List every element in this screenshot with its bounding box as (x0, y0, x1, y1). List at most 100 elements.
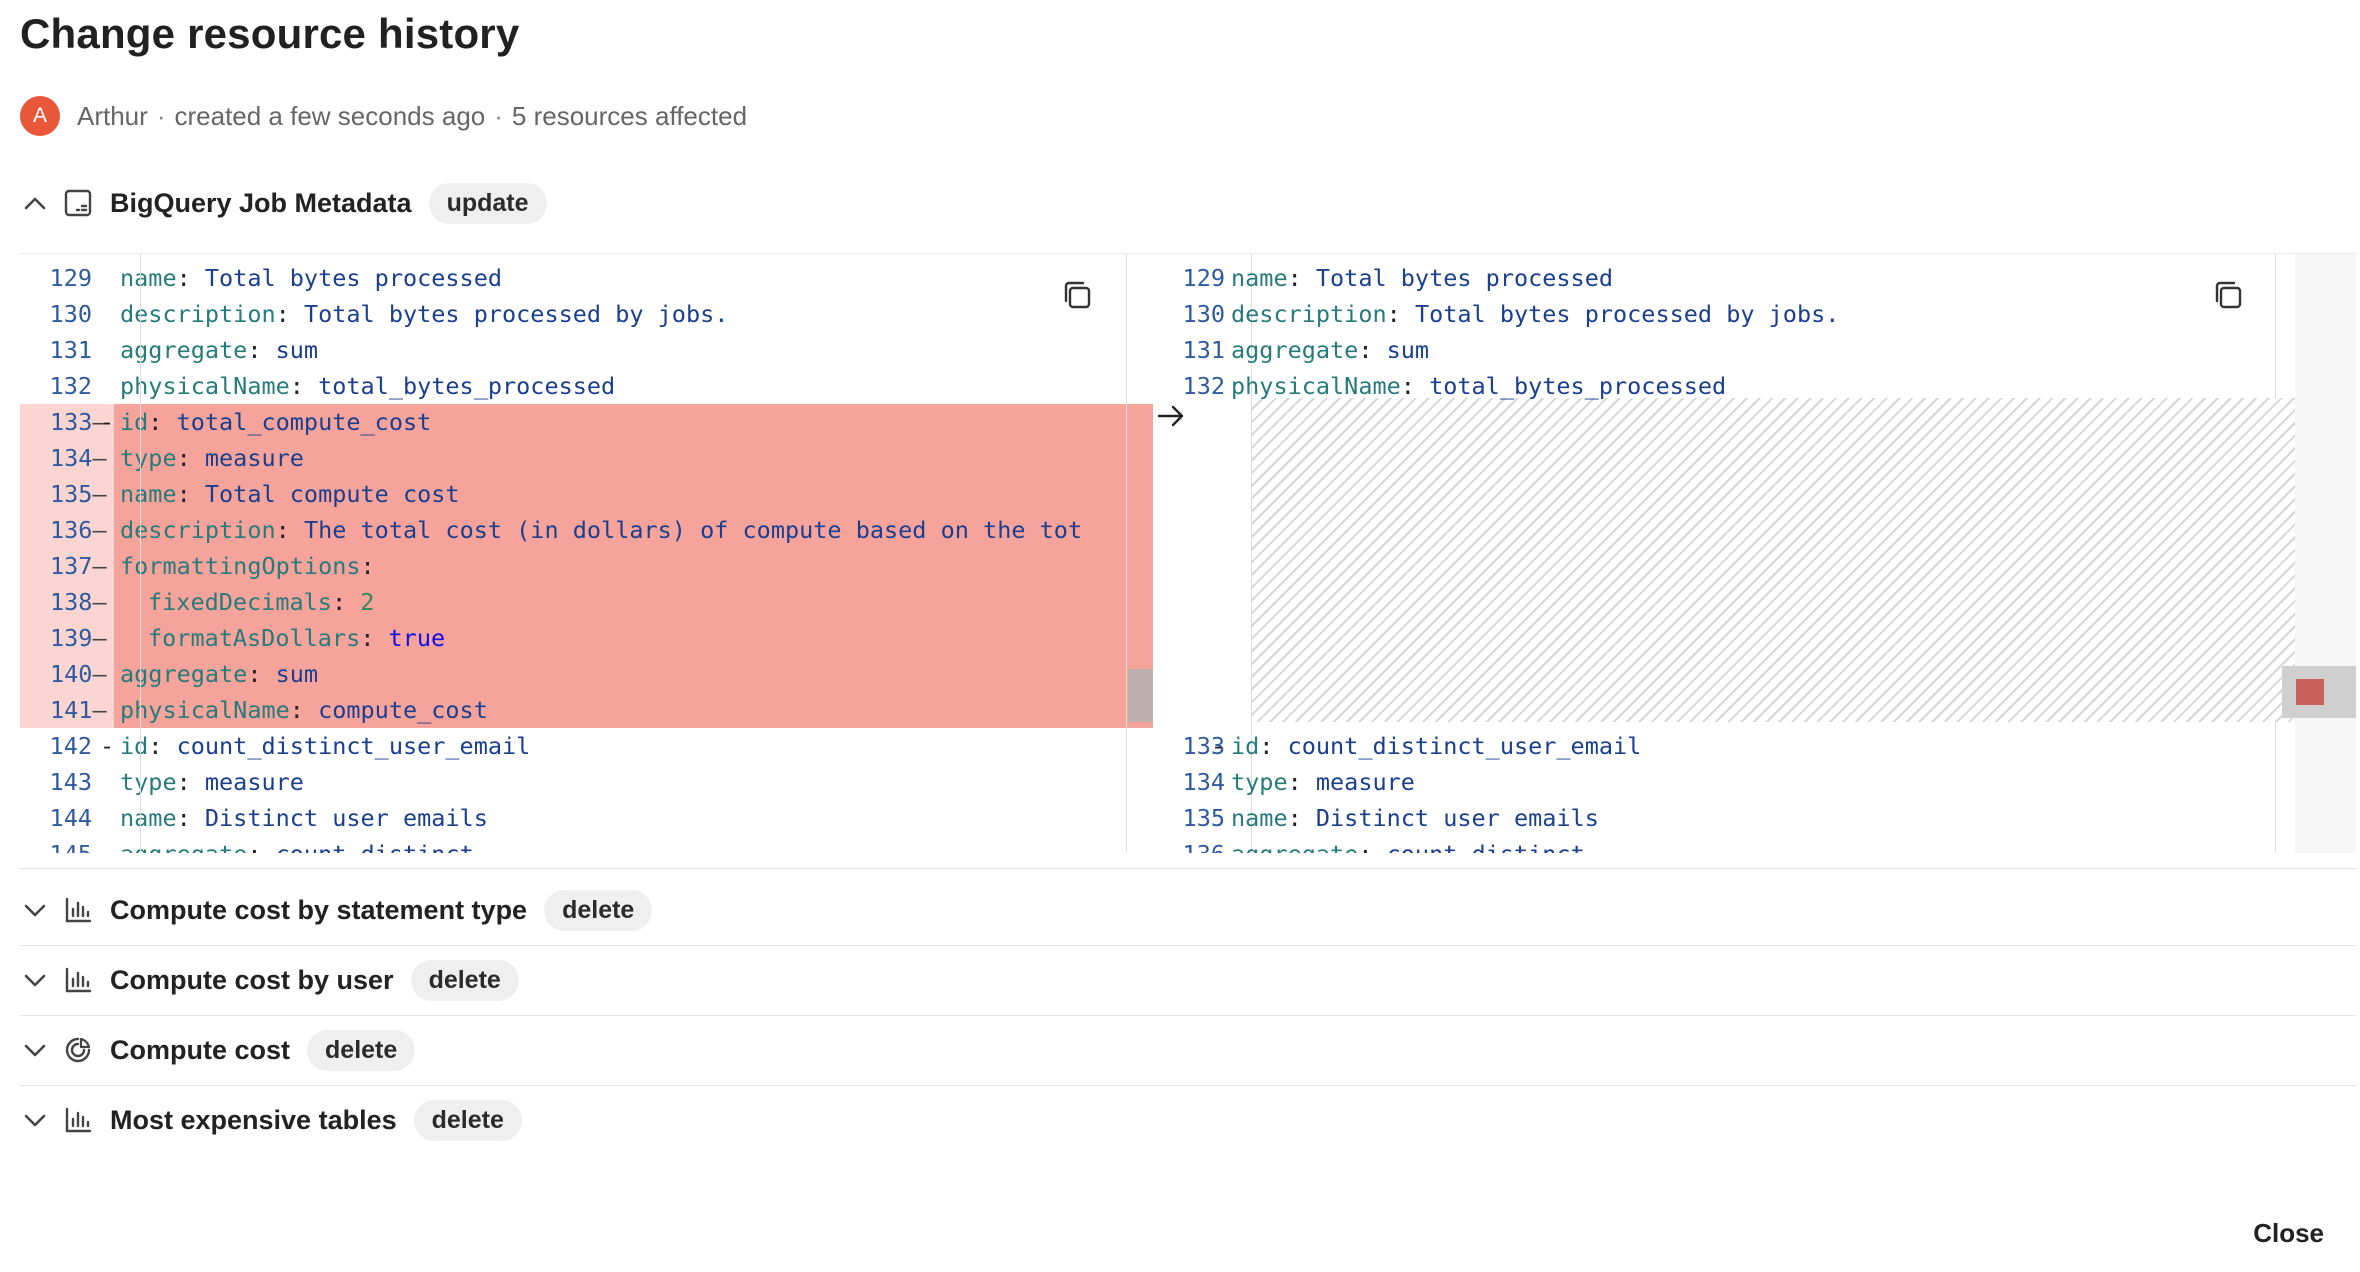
resource-name: Compute cost by user (110, 964, 394, 995)
chevron-down-icon[interactable] (20, 1105, 50, 1135)
divider (20, 945, 2356, 946)
code-text: physicalName: total_bytes_processed (120, 372, 616, 400)
diff-viewer[interactable]: 145 aggregate: count_distinct 144 name: Dis… (20, 253, 2356, 853)
author-name: Arthur (77, 100, 148, 131)
line-number: 138— (20, 584, 114, 620)
bar-chart-icon (62, 964, 94, 996)
line-number: 141— (20, 692, 114, 728)
code-text: id: count_distinct_user_email (120, 732, 531, 760)
fold-marker[interactable]: - (100, 728, 114, 764)
chevron-up-icon[interactable] (20, 188, 50, 218)
diff-line: 130 description: Total bytes processed by… (1153, 296, 2295, 332)
diff-overview-ruler[interactable] (2295, 254, 2356, 853)
code-text: name: Distinct user emails (120, 804, 488, 832)
chevron-down-icon[interactable] (20, 895, 50, 925)
diff-line-removed: 139— formatAsDollars: true (20, 620, 1153, 656)
diff-line-removed: 140— aggregate: sum (20, 656, 1153, 692)
code-text: physicalName: total_bytes_processed (1231, 372, 1727, 400)
code-text: name: Distinct user emails (1231, 804, 1599, 832)
diff-line: 129 name: Total bytes processed (1153, 260, 2295, 296)
line-number: 136— (20, 512, 114, 548)
diff-line-removed: 138— fixedDecimals: 2 (20, 584, 1153, 620)
resource-name: Most expensive tables (110, 1104, 397, 1135)
resource-name: Compute cost (110, 1034, 291, 1065)
code-text: aggregate: sum (120, 660, 319, 688)
code-text: aggregate: sum (120, 336, 319, 364)
line-number: 142 (49, 732, 92, 760)
diff-line-removed: 141— physicalName: compute_cost (20, 692, 1153, 728)
resource-header-bigquery-job-metadata[interactable]: BigQuery Job Metadata update (20, 181, 547, 225)
diff-line: 142- id: count_distinct_user_email (20, 728, 1153, 764)
created-time: created a few seconds ago (174, 100, 486, 131)
change-type-badge: delete (307, 1029, 416, 1071)
resource-name: BigQuery Job Metadata (110, 187, 412, 218)
line-number: 137— (20, 548, 114, 584)
indent-guide (140, 254, 141, 853)
code-text: physicalName: compute_cost (120, 696, 488, 724)
resource-name: Compute cost by statement type (110, 894, 528, 925)
change-meta: A Arthur · created a few seconds ago · 5… (20, 96, 747, 136)
fold-marker[interactable]: - (100, 404, 114, 440)
line-number: 136 (1153, 836, 1225, 853)
diff-line: 130 description: Total bytes processed by… (20, 296, 1153, 332)
code-text: aggregate: sum (1231, 336, 1430, 364)
table-icon (62, 187, 94, 219)
scroll-guide (1126, 254, 1127, 853)
resources-affected: 5 resources affected (511, 100, 748, 131)
avatar: A (20, 96, 60, 136)
code-text: id: count_distinct_user_email (1231, 732, 1642, 760)
diff-left-pane[interactable]: 145 aggregate: count_distinct 144 name: Dis… (20, 254, 1153, 853)
diff-line: 131 aggregate: sum (1153, 332, 2295, 368)
diff-line: 136 aggregate: count_distinct (1153, 836, 2295, 853)
line-number: 135— (20, 476, 114, 512)
diff-line: 131 aggregate: sum (20, 332, 1153, 368)
code-text: fixedDecimals: 2 (148, 588, 375, 616)
resource-header[interactable]: Compute cost delete (20, 1028, 416, 1072)
line-number: 130 (1182, 300, 1225, 328)
chevron-down-icon[interactable] (20, 1035, 50, 1065)
diff-right-pane[interactable]: 129 name: Total bytes processed 130 descrip… (1153, 254, 2295, 853)
code-text: id: total_compute_cost (120, 408, 432, 436)
divider (20, 868, 2356, 869)
code-text: aggregate: count_distinct (1231, 836, 1585, 853)
code-text: name: Total bytes processed (1231, 264, 1614, 292)
line-number: 134 (1182, 768, 1225, 796)
diff-line: 145 aggregate: count_distinct (20, 836, 1153, 853)
change-type-badge: delete (413, 1099, 522, 1141)
chevron-down-icon[interactable] (20, 965, 50, 995)
line-number: 145 (20, 836, 92, 853)
close-button[interactable]: Close (2253, 1218, 2324, 1249)
code-text: type: measure (1231, 768, 1415, 796)
resource-header[interactable]: Most expensive tables delete (20, 1098, 522, 1142)
removed-lines-placeholder (1252, 398, 2295, 722)
code-text: description: Total bytes processed by jo… (1231, 300, 1840, 328)
scrollbar-thumb[interactable] (1128, 669, 1153, 722)
gauge-icon (62, 1034, 94, 1066)
fold-marker[interactable]: - (1211, 728, 1225, 764)
overview-deletion-marker (2296, 679, 2324, 705)
diff-line: 132 physicalName: total_bytes_processed (20, 368, 1153, 404)
diff-line: 134 type: measure (1153, 764, 2295, 800)
resource-header[interactable]: Compute cost by statement type delete (20, 888, 653, 932)
line-number: 140— (20, 656, 114, 692)
divider (20, 1085, 2356, 1086)
code-text: description: The total cost (in dollars)… (120, 516, 1083, 544)
diff-line: 143 type: measure (20, 764, 1153, 800)
code-text: formatAsDollars: true (148, 624, 446, 652)
change-type-badge: update (428, 182, 547, 224)
line-number: 143 (49, 768, 92, 796)
diff-line-removed: 137— formattingOptions: (20, 548, 1153, 584)
diff-line-removed: 133— - id: total_compute_cost (20, 404, 1153, 440)
diff-line-removed: 134— type: measure (20, 440, 1153, 476)
diff-line-removed: 136— description: The total cost (in doll… (20, 512, 1153, 548)
line-number: 131 (49, 336, 92, 364)
code-text: type: measure (120, 768, 304, 796)
code-text: name: Total compute cost (120, 480, 460, 508)
resource-header[interactable]: Compute cost by user delete (20, 958, 519, 1002)
copy-icon[interactable] (1060, 278, 1096, 314)
diff-line: 133- id: count_distinct_user_email (1153, 728, 2295, 764)
code-text: name: Total bytes processed (120, 264, 503, 292)
diff-line: 135 name: Distinct user emails (1153, 800, 2295, 836)
code-text: type: measure (120, 444, 304, 472)
line-number: 129 (1182, 264, 1225, 292)
